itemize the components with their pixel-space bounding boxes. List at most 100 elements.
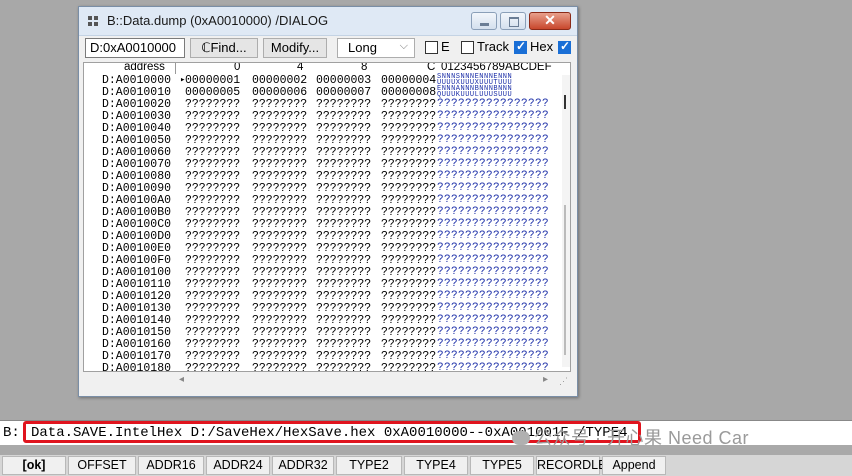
hex-word[interactable]: ???????? <box>185 351 240 363</box>
hex-word[interactable]: ???????? <box>316 159 371 171</box>
minimize-button[interactable] <box>471 12 497 30</box>
scroll-thumb[interactable] <box>564 95 566 109</box>
address-input[interactable]: D:0xA0010000 <box>85 38 185 58</box>
hex-word[interactable]: ???????? <box>316 327 371 339</box>
hex-word[interactable]: ???????? <box>185 363 240 371</box>
modify-button[interactable]: Modify... <box>263 38 327 58</box>
hex-word[interactable]: ???????? <box>316 123 371 135</box>
hex-word[interactable]: ???????? <box>316 231 371 243</box>
hex-word[interactable]: ???????? <box>381 267 436 279</box>
hex-word[interactable]: ???????? <box>381 195 436 207</box>
softkey-recordlen[interactable]: RECORDLEN <box>536 456 616 475</box>
softkey-offset[interactable]: OFFSET <box>68 456 136 475</box>
hex-word[interactable]: ???????? <box>316 303 371 315</box>
hex-word[interactable]: ???????? <box>252 243 307 255</box>
hex-word[interactable]: ???????? <box>381 351 436 363</box>
hex-word[interactable]: ???????? <box>381 339 436 351</box>
hex-word[interactable]: ???????? <box>381 207 436 219</box>
hex-word[interactable]: ???????? <box>381 219 436 231</box>
hex-word[interactable]: ???????? <box>381 135 436 147</box>
hex-word[interactable]: ???????? <box>252 339 307 351</box>
hex-word[interactable]: ???????? <box>252 111 307 123</box>
hex-word[interactable]: ???????? <box>252 99 307 111</box>
hex-word[interactable]: ???????? <box>252 207 307 219</box>
hex-word[interactable]: ???????? <box>252 279 307 291</box>
extra-checkbox[interactable] <box>558 39 571 54</box>
hex-word[interactable]: ???????? <box>185 327 240 339</box>
hex-word[interactable]: ???????? <box>185 99 240 111</box>
hex-word[interactable]: ???????? <box>185 219 240 231</box>
hex-word[interactable]: ???????? <box>185 111 240 123</box>
hex-word[interactable]: ???????? <box>316 267 371 279</box>
hex-word[interactable]: ???????? <box>185 135 240 147</box>
hex-word[interactable]: ???????? <box>381 279 436 291</box>
hex-word[interactable]: ???????? <box>185 315 240 327</box>
find-button[interactable]: ℂFind... <box>190 38 258 58</box>
hex-word[interactable]: ???????? <box>316 363 371 371</box>
hex-word[interactable]: ???????? <box>316 99 371 111</box>
hex-word[interactable]: ???????? <box>316 243 371 255</box>
close-button[interactable]: ✕ <box>529 12 571 30</box>
hex-word[interactable]: ???????? <box>252 327 307 339</box>
hex-word[interactable]: ???????? <box>185 195 240 207</box>
format-select[interactable]: Long ⌵ <box>337 38 415 58</box>
hex-word[interactable]: ???????? <box>185 291 240 303</box>
hex-word[interactable]: ???????? <box>381 363 436 371</box>
hex-word[interactable]: ???????? <box>381 99 436 111</box>
hex-word[interactable]: ???????? <box>381 171 436 183</box>
hex-word[interactable]: 00000001 <box>185 75 240 87</box>
softkey-addr32[interactable]: ADDR32 <box>272 456 334 475</box>
hex-word[interactable]: ???????? <box>252 171 307 183</box>
hex-word[interactable]: ???????? <box>252 135 307 147</box>
hex-word[interactable]: ???????? <box>381 183 436 195</box>
hex-word[interactable]: ???????? <box>316 111 371 123</box>
hex-checkbox[interactable] <box>514 39 527 54</box>
hex-word[interactable]: ???????? <box>252 363 307 371</box>
hex-word[interactable]: ???????? <box>185 231 240 243</box>
track-checkbox[interactable] <box>461 41 474 54</box>
hex-word[interactable]: ???????? <box>381 123 436 135</box>
hex-word[interactable]: ???????? <box>316 195 371 207</box>
hex-word[interactable]: ???????? <box>316 219 371 231</box>
softkey-type5[interactable]: TYPE5 <box>470 456 534 475</box>
hex-word[interactable]: ???????? <box>252 159 307 171</box>
softkey-append[interactable]: Append <box>602 456 666 475</box>
hex-word[interactable]: 00000003 <box>316 75 371 87</box>
hex-word[interactable]: ???????? <box>252 231 307 243</box>
hex-word[interactable]: ???????? <box>185 243 240 255</box>
hex-word[interactable]: ???????? <box>381 231 436 243</box>
hex-word[interactable]: ???????? <box>252 147 307 159</box>
hex-word[interactable]: ???????? <box>381 255 436 267</box>
hex-word[interactable]: ???????? <box>316 315 371 327</box>
maximize-button[interactable] <box>500 12 526 30</box>
hex-word[interactable]: ???????? <box>381 111 436 123</box>
hex-word[interactable]: 00000007 <box>316 87 371 99</box>
hex-word[interactable]: ???????? <box>252 303 307 315</box>
hex-word[interactable]: ???????? <box>316 207 371 219</box>
hex-word[interactable]: ???????? <box>185 159 240 171</box>
memory-dump-view[interactable]: address 0 4 8 C 0123456789ABCDEF D:A0010… <box>83 62 571 372</box>
hex-word[interactable]: ???????? <box>185 339 240 351</box>
hex-word[interactable]: ???????? <box>316 171 371 183</box>
hex-word[interactable]: ???????? <box>185 279 240 291</box>
hex-word[interactable]: ???????? <box>381 327 436 339</box>
hex-word[interactable]: ???????? <box>252 195 307 207</box>
horizontal-scrollbar[interactable]: ◂ ▸ ⋰ <box>83 373 571 389</box>
hex-word[interactable]: ???????? <box>316 135 371 147</box>
scroll-left-icon[interactable]: ◂ <box>179 374 184 385</box>
softkey-type4[interactable]: TYPE4 <box>404 456 468 475</box>
hex-word[interactable]: 00000004 <box>381 75 436 87</box>
softkey-ok[interactable]: [ok] <box>2 456 66 475</box>
hex-word[interactable]: ???????? <box>381 159 436 171</box>
e-checkbox[interactable] <box>425 41 438 54</box>
hex-word[interactable]: 00000002 <box>252 75 307 87</box>
hex-word[interactable]: ???????? <box>381 243 436 255</box>
hex-word[interactable]: ???????? <box>252 291 307 303</box>
hex-word[interactable]: ???????? <box>185 255 240 267</box>
hex-word[interactable]: ???????? <box>185 171 240 183</box>
hex-word[interactable]: ???????? <box>185 183 240 195</box>
scroll-track[interactable] <box>564 205 566 355</box>
hex-word[interactable]: ???????? <box>316 147 371 159</box>
dump-row[interactable]: D:A0010180??????????????????????????????… <box>84 363 564 372</box>
hex-word[interactable]: ???????? <box>252 267 307 279</box>
